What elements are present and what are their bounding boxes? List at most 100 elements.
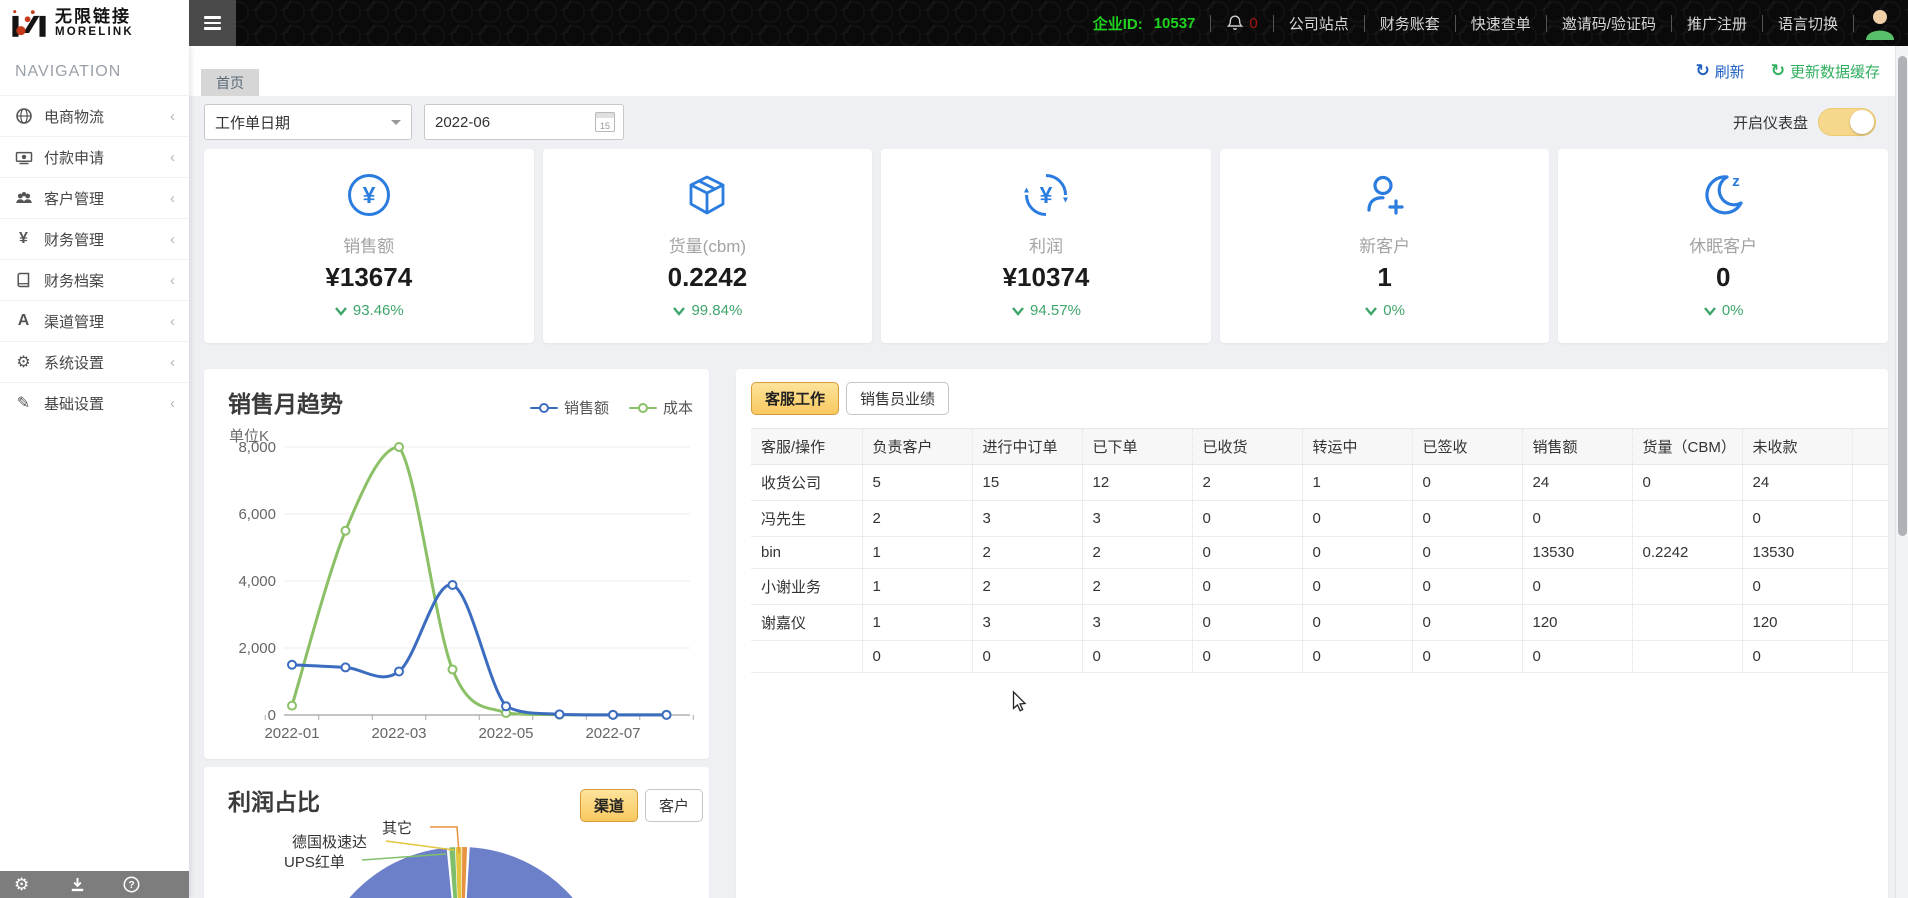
- moon-icon: z: [1700, 171, 1746, 219]
- sidebar: NAVIGATION 电商物流‹ 付款申请‹ 客户管理‹ ¥ 财务管理‹ 财务档…: [0, 46, 189, 898]
- yen-circle-icon: ¥: [346, 171, 392, 219]
- filter-row: 工作单日期 2022-06 开启仪表盘: [204, 104, 1888, 140]
- users-icon: [14, 189, 33, 207]
- update-cache-button[interactable]: ↻ 更新数据缓存: [1771, 61, 1880, 82]
- svg-text:2,000: 2,000: [238, 640, 276, 657]
- yen-icon: ¥: [14, 230, 33, 248]
- svg-text:4,000: 4,000: [238, 573, 276, 590]
- chevron-down-icon: [391, 120, 401, 130]
- brand-name-cn: 无限链接: [55, 8, 134, 26]
- chevron-left-icon: ‹: [170, 313, 175, 330]
- date-type-select[interactable]: 工作单日期: [204, 104, 412, 140]
- calendar-icon[interactable]: [595, 112, 615, 132]
- kpi-cards-row: ¥ 销售额 ¥13674 93.46% 货量(cbm) 0.2242: [204, 149, 1888, 343]
- dashboard-toggle[interactable]: [1818, 108, 1876, 136]
- legend-marker: [530, 403, 558, 413]
- chevron-left-icon: ‹: [170, 272, 175, 289]
- svg-text:2022-01: 2022-01: [264, 725, 319, 742]
- chart-legend: 销售额 成本: [530, 397, 693, 418]
- chevron-left-icon: ‹: [170, 108, 175, 125]
- month-input[interactable]: 2022-06: [424, 104, 624, 140]
- morelink-logo-icon: [10, 7, 48, 40]
- main-area: 首页 ↻ 刷新 ↻ 更新数据缓存 工作单日期 2022-06: [189, 46, 1908, 898]
- payment-icon: [14, 148, 33, 166]
- bell-icon: [1226, 14, 1244, 32]
- chart-title: 销售月趋势: [228, 385, 343, 419]
- edit-icon: ✎: [14, 393, 33, 413]
- chevron-left-icon: ‹: [170, 149, 175, 166]
- nav-header: NAVIGATION: [0, 46, 189, 95]
- svg-text:6,000: 6,000: [238, 506, 276, 523]
- legend-marker: [629, 403, 657, 413]
- table-row: 00000000: [751, 641, 1888, 673]
- globe-icon: [14, 107, 33, 125]
- legend-item-cost[interactable]: 成本: [629, 397, 693, 418]
- topbar-link-finance-books[interactable]: 财务账套: [1365, 13, 1455, 34]
- chevron-down-icon: [1011, 306, 1025, 316]
- topbar-link-promo-register[interactable]: 推广注册: [1672, 13, 1762, 34]
- topbar-link-quick-query[interactable]: 快速查单: [1456, 13, 1546, 34]
- legend-item-sales[interactable]: 销售额: [530, 397, 609, 418]
- channel-button[interactable]: 渠道: [580, 789, 638, 822]
- package-icon: [684, 171, 730, 219]
- topbar-link-invite-code[interactable]: 邀请码/验证码: [1547, 13, 1671, 34]
- user-avatar[interactable]: [1862, 6, 1898, 40]
- svg-text:2022-05: 2022-05: [478, 725, 533, 742]
- customer-button[interactable]: 客户: [645, 789, 703, 822]
- enterprise-id: 企业ID:10537: [1078, 13, 1211, 34]
- gear-icon[interactable]: ⚙: [14, 875, 54, 895]
- table-tabs: 客服工作 销售员业绩: [751, 382, 1888, 415]
- line-chart: 02,0004,0006,0008,0002022-012022-032022-…: [204, 369, 709, 759]
- notification-bell[interactable]: 0: [1211, 14, 1272, 32]
- download-icon[interactable]: [68, 875, 108, 894]
- sidebar-footer: ⚙ ?: [0, 871, 189, 898]
- user-plus-icon: [1362, 171, 1408, 219]
- kpi-card-new-customers: 新客户 1 0%: [1220, 149, 1550, 343]
- refresh-icon: ↻: [1771, 61, 1785, 81]
- sidebar-item-payment-request[interactable]: 付款申请‹: [0, 136, 189, 177]
- tab-customer-service-work[interactable]: 客服工作: [751, 382, 839, 415]
- chevron-down-icon: [1703, 306, 1717, 316]
- axis-unit-label: 单位K: [229, 425, 269, 446]
- pie-label-other: 其它: [382, 817, 412, 838]
- svg-text:¥: ¥: [1040, 182, 1053, 208]
- pie-label-germany-express: 德国极速达: [292, 831, 367, 852]
- help-icon[interactable]: ?: [122, 875, 162, 894]
- kpi-card-profit: ¥ 利润 ¥10374 94.57%: [881, 149, 1211, 343]
- yen-exchange-icon: ¥: [1023, 171, 1069, 219]
- top-bar: 无限链接 MORELINK 企业ID:10537 0 公司站点 财务账套 快速查…: [0, 0, 1908, 46]
- refresh-button[interactable]: ↻ 刷新: [1695, 61, 1744, 82]
- svg-text:2022-03: 2022-03: [371, 725, 426, 742]
- tab-bar: 首页 ↻ 刷新 ↻ 更新数据缓存: [189, 46, 1908, 96]
- kpi-card-sales: ¥ 销售额 ¥13674 93.46%: [204, 149, 534, 343]
- tab-home[interactable]: 首页: [201, 69, 259, 96]
- chevron-down-icon: [334, 306, 348, 316]
- kpi-card-volume: 货量(cbm) 0.2242 99.84%: [543, 149, 873, 343]
- topbar-link-language-switch[interactable]: 语言切换: [1763, 13, 1853, 34]
- sidebar-item-customer-management[interactable]: 客户管理‹: [0, 177, 189, 218]
- chevron-down-icon: [672, 306, 686, 316]
- topbar-link-company-site[interactable]: 公司站点: [1274, 13, 1364, 34]
- dashboard-toggle-label: 开启仪表盘: [1733, 112, 1808, 133]
- svg-text:¥: ¥: [362, 182, 375, 208]
- kpi-card-dormant-customers: z 休眠客户 0 0%: [1558, 149, 1888, 343]
- sidebar-item-channel-management[interactable]: A 渠道管理‹: [0, 300, 189, 341]
- sidebar-item-finance-archive[interactable]: 财务档案‹: [0, 259, 189, 300]
- chevron-left-icon: ‹: [170, 190, 175, 207]
- table-row: 冯先生23300000: [751, 501, 1888, 537]
- brand-logo: 无限链接 MORELINK: [0, 0, 189, 46]
- table-row: bin122000135300.224213530: [751, 537, 1888, 569]
- svg-text:z: z: [1732, 173, 1740, 190]
- avatar-icon: [1863, 8, 1897, 40]
- channel-icon: A: [14, 312, 33, 330]
- sidebar-item-finance-management[interactable]: ¥ 财务管理‹: [0, 218, 189, 259]
- svg-text:2022-07: 2022-07: [585, 725, 640, 742]
- pie-label-ups-red: UPS红单: [284, 851, 345, 872]
- scrollbar-thumb[interactable]: [1898, 56, 1907, 536]
- sidebar-item-ecommerce-logistics[interactable]: 电商物流‹: [0, 95, 189, 136]
- sidebar-item-system-settings[interactable]: ⚙ 系统设置‹: [0, 341, 189, 382]
- sidebar-item-basic-settings[interactable]: ✎ 基础设置‹: [0, 382, 189, 423]
- sidebar-toggle-button[interactable]: [189, 0, 236, 46]
- tab-salesman-performance[interactable]: 销售员业绩: [846, 382, 949, 415]
- profit-share-chart-card: 利润占比 渠道 客户 其它 德国极速达 UPS红单: [204, 767, 709, 898]
